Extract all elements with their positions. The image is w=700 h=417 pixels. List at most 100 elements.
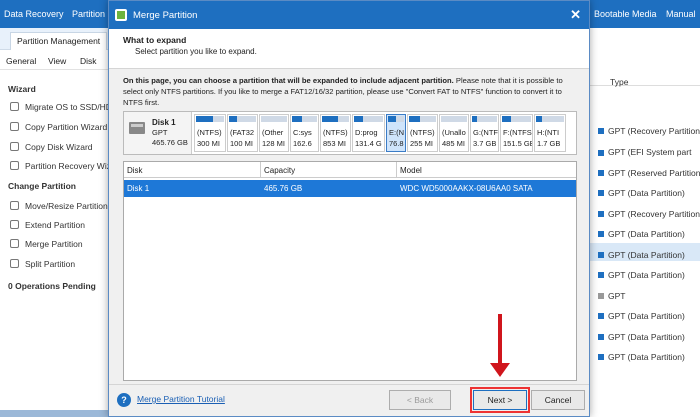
- partition-block[interactable]: (NTFS) 300 MI: [194, 114, 226, 152]
- back-button[interactable]: < Back: [389, 390, 451, 410]
- partition-label: F:(NTFS: [503, 128, 532, 137]
- sidebar-item-copy-partition[interactable]: Copy Partition Wizard: [10, 122, 107, 132]
- partition-usage-bar: [536, 116, 564, 122]
- dialog-title-bar[interactable]: Merge Partition ✕: [109, 1, 589, 29]
- table-row[interactable]: Disk 1 465.76 GB WDC WD5000AAKX-08U6AA0 …: [124, 180, 576, 197]
- partition-label: C:sys: [293, 128, 312, 137]
- disk-table: Disk Capacity Model Disk 1 465.76 GB WDC…: [123, 161, 577, 381]
- partition-usage-bar: [261, 116, 287, 122]
- toolbar-disk[interactable]: Disk: [80, 56, 97, 66]
- list-item[interactable]: GPT (EFI System part: [608, 147, 691, 157]
- menu-manual[interactable]: Manual: [666, 9, 696, 19]
- dialog-header: What to expand Select partition you like…: [109, 29, 589, 69]
- partition-size: 300 MI: [197, 139, 220, 148]
- list-item[interactable]: GPT (Data Partition): [608, 229, 685, 239]
- sidebar-wizard-header: Wizard: [8, 84, 36, 94]
- partition-block[interactable]: (FAT32 100 MI: [227, 114, 258, 152]
- disk-name: Disk 1: [152, 118, 176, 127]
- migrate-icon: [10, 102, 19, 111]
- partition-block[interactable]: (Other 128 MI: [259, 114, 289, 152]
- merge-partition-icon: [115, 9, 127, 21]
- step-heading: What to expand: [123, 35, 187, 45]
- step-subheading: Select partition you like to expand.: [135, 47, 257, 56]
- partition-block[interactable]: (NTFS) 255 MI: [407, 114, 438, 152]
- copy-disk-icon: [10, 142, 19, 151]
- list-item[interactable]: GPT (Data Partition): [608, 270, 685, 280]
- list-item[interactable]: GPT (Data Partition): [608, 311, 685, 321]
- partition-block[interactable]: E:(N 76.8: [386, 114, 406, 152]
- partition-usage-bar: [472, 116, 497, 122]
- partition-size: 853 MI: [323, 139, 346, 148]
- partition-block[interactable]: H:(NTI 1.7 GB: [534, 114, 566, 152]
- partition-block[interactable]: (NTFS) 853 MI: [320, 114, 351, 152]
- sidebar-item-migrate-os[interactable]: Migrate OS to SSD/HD: [10, 102, 112, 112]
- ribbon: Partition Management: [0, 28, 110, 50]
- pending-operations: 0 Operations Pending: [8, 281, 96, 291]
- row-capacity: 465.76 GB: [264, 184, 303, 193]
- partition-label: (NTFS): [410, 128, 435, 137]
- sidebar-item-merge[interactable]: Merge Partition: [10, 239, 83, 249]
- partition-size: 100 MI: [230, 139, 253, 148]
- list-item[interactable]: GPT (Recovery Partition): [608, 209, 700, 219]
- sidebar-item-copy-disk[interactable]: Copy Disk Wizard: [10, 142, 93, 152]
- sidebar-item-move-resize[interactable]: Move/Resize Partition: [10, 201, 108, 211]
- partition-size: 131.4 G: [355, 139, 382, 148]
- partition-block[interactable]: (Unallo 485 MI: [439, 114, 469, 152]
- partition-usage-bar: [229, 116, 256, 122]
- partition-block[interactable]: C:sys 162.6: [290, 114, 319, 152]
- partition-size: 162.6: [293, 139, 312, 148]
- list-item[interactable]: GPT (Data Partition): [608, 188, 685, 198]
- partition-usage-bar: [409, 116, 436, 122]
- partition-label: (Other: [262, 128, 284, 137]
- list-item[interactable]: GPT (Data Partition): [608, 250, 685, 260]
- sidebar-item-extend[interactable]: Extend Partition: [10, 220, 85, 230]
- partition-block[interactable]: F:(NTFS 151.5 GB: [500, 114, 533, 152]
- instructions-text: On this page, you can choose a partition…: [123, 76, 563, 107]
- partition-size: 1.7 GB: [537, 139, 561, 148]
- menu-data-recovery[interactable]: Data Recovery: [4, 9, 64, 19]
- close-icon[interactable]: ✕: [570, 7, 581, 23]
- list-item[interactable]: GPT (Data Partition): [608, 332, 685, 342]
- disk-info[interactable]: Disk 1 GPT 465.76 GB: [124, 112, 192, 154]
- partition-block[interactable]: D:prog 131.4 G: [352, 114, 385, 152]
- column-model[interactable]: Model: [400, 166, 422, 175]
- column-type-header: Type: [610, 77, 629, 87]
- footer-divider: [109, 384, 589, 385]
- partition-label: (NTFS): [197, 128, 222, 137]
- table-header: Disk Capacity Model: [124, 162, 576, 178]
- sidebar-item-partition-recovery[interactable]: Partition Recovery Wiz: [10, 161, 111, 171]
- partition-size: 128 MI: [262, 139, 285, 148]
- partition-label: E:(N: [389, 128, 404, 137]
- next-button[interactable]: Next >: [470, 387, 530, 413]
- sidebar-item-split[interactable]: Split Partition: [10, 259, 75, 269]
- help-icon[interactable]: ?: [117, 393, 131, 407]
- column-capacity[interactable]: Capacity: [264, 166, 295, 175]
- menu-bootable-media[interactable]: Bootable Media: [594, 9, 657, 19]
- sidebar-change-header: Change Partition: [8, 181, 77, 191]
- split-icon: [10, 259, 19, 268]
- list-item[interactable]: GPT (Reserved Partition): [608, 168, 700, 178]
- tab-partition-management[interactable]: Partition Management: [10, 32, 108, 50]
- partition-usage-bar: [441, 116, 467, 122]
- column-disk[interactable]: Disk: [127, 166, 143, 175]
- cancel-button[interactable]: Cancel: [531, 390, 585, 410]
- tutorial-link[interactable]: Merge Partition Tutorial: [137, 394, 225, 404]
- row-model: WDC WD5000AAKX-08U6AA0 SATA: [400, 184, 533, 193]
- partition-size: 485 MI: [442, 139, 465, 148]
- sidebar: Wizard Migrate OS to SSD/HD Copy Partiti…: [0, 70, 112, 417]
- disk-type: GPT: [152, 128, 168, 137]
- partition-usage-bar: [354, 116, 383, 122]
- list-item[interactable]: GPT (Data Partition): [608, 352, 685, 362]
- merge-icon: [10, 239, 19, 248]
- list-item[interactable]: GPT: [608, 291, 625, 301]
- toolbar-general[interactable]: General: [6, 56, 36, 66]
- partition-usage-bar: [292, 116, 317, 122]
- partition-block[interactable]: G:(NTF 3.7 GB: [470, 114, 499, 152]
- partition-usage-bar: [502, 116, 531, 122]
- list-item[interactable]: GPT (Recovery Partition): [608, 126, 700, 136]
- toolbar-view[interactable]: View: [48, 56, 66, 66]
- move-resize-icon: [10, 201, 19, 210]
- partition-usage-bar: [196, 116, 224, 122]
- disk-size: 465.76 GB: [152, 138, 188, 147]
- extend-icon: [10, 220, 19, 229]
